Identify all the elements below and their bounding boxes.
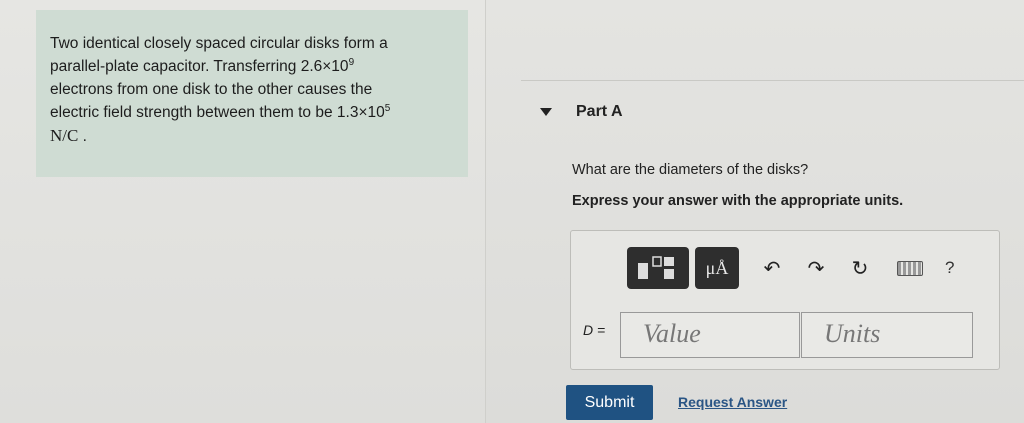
help-button[interactable]: ? xyxy=(945,258,954,278)
keyboard-icon[interactable] xyxy=(897,260,923,276)
math-toolbar: μÅ ↶ ↷ ↻ ? xyxy=(627,247,954,289)
undo-icon[interactable]: ↶ xyxy=(761,256,783,281)
value-input[interactable]: Value xyxy=(620,312,800,358)
problem-pane: Two identical closely spaced circular di… xyxy=(0,0,485,423)
units-input[interactable]: Units xyxy=(801,312,973,358)
question-text: What are the diameters of the disks? xyxy=(572,162,809,178)
field-strength-exponent: 5 xyxy=(384,102,391,114)
collapse-caret-icon[interactable] xyxy=(540,108,552,116)
templates-button[interactable] xyxy=(627,247,689,289)
problem-line-3: electrons from one disk to the other cau… xyxy=(50,81,373,98)
variable-label: D = xyxy=(583,322,606,338)
problem-unit-line: N/C . xyxy=(50,124,454,148)
problem-line-2-text: parallel-plate capacitor. Transferring 2… xyxy=(50,58,349,75)
request-answer-link[interactable]: Request Answer xyxy=(678,394,787,410)
redo-icon[interactable]: ↷ xyxy=(805,256,827,281)
instruction-text: Express your answer with the appropriate… xyxy=(572,193,904,209)
reset-icon[interactable]: ↻ xyxy=(849,256,871,281)
part-a-header[interactable]: Part A xyxy=(540,103,623,121)
problem-line-2: parallel-plate capacitor. Transferring 2… xyxy=(50,55,454,78)
electron-count-exponent: 9 xyxy=(348,56,355,68)
problem-text: Two identical closely spaced circular di… xyxy=(50,32,454,148)
part-label: Part A xyxy=(576,103,623,120)
submit-button[interactable]: Submit xyxy=(566,385,653,420)
problem-line-4-text: electric field strength between them to … xyxy=(50,104,385,121)
problem-line-4: electric field strength between them to … xyxy=(50,101,454,124)
divider xyxy=(521,80,1024,81)
field-unit: N/C xyxy=(50,126,79,145)
problem-line-1: Two identical closely spaced circular di… xyxy=(50,35,388,52)
problem-statement: Two identical closely spaced circular di… xyxy=(36,10,468,177)
unit-suffix: . xyxy=(82,128,87,145)
units-button[interactable]: μÅ xyxy=(695,247,739,289)
templates-icon xyxy=(638,256,674,279)
